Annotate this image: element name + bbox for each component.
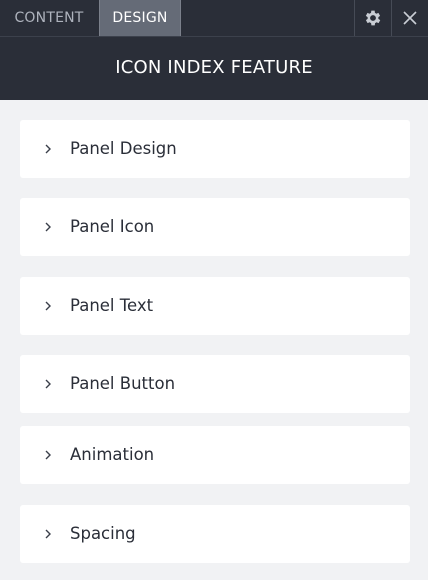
section-label: Panel Text — [70, 296, 154, 315]
section-label: Panel Icon — [70, 217, 155, 236]
close-button[interactable] — [391, 0, 428, 36]
top-toolbar: CONTENT DESIGN — [0, 0, 428, 36]
section-label: Panel Design — [70, 139, 177, 158]
chevron-right-icon — [45, 529, 51, 539]
chevron-right-icon — [45, 222, 51, 232]
chevron-right-icon — [45, 379, 51, 389]
section-label: Panel Button — [70, 374, 176, 393]
panel-text-section[interactable]: Panel Text — [20, 277, 410, 335]
section-label: Animation — [70, 445, 155, 464]
animation-section[interactable]: Animation — [20, 426, 410, 484]
section-label: Spacing — [70, 524, 136, 543]
close-icon — [403, 11, 417, 25]
spacing-section[interactable]: Spacing — [20, 505, 410, 563]
panel-design-section[interactable]: Panel Design — [20, 120, 410, 178]
chevron-right-icon — [45, 144, 51, 154]
panel-icon-section[interactable]: Panel Icon — [20, 198, 410, 256]
settings-button[interactable] — [354, 0, 391, 36]
tab-design[interactable]: DESIGN — [99, 0, 181, 36]
chevron-right-icon — [45, 301, 51, 311]
chevron-right-icon — [45, 450, 51, 460]
tab-content[interactable]: CONTENT — [0, 0, 98, 36]
panel-button-section[interactable]: Panel Button — [20, 355, 410, 413]
page-title: ICON INDEX FEATURE — [0, 36, 428, 100]
gear-icon — [365, 10, 381, 26]
